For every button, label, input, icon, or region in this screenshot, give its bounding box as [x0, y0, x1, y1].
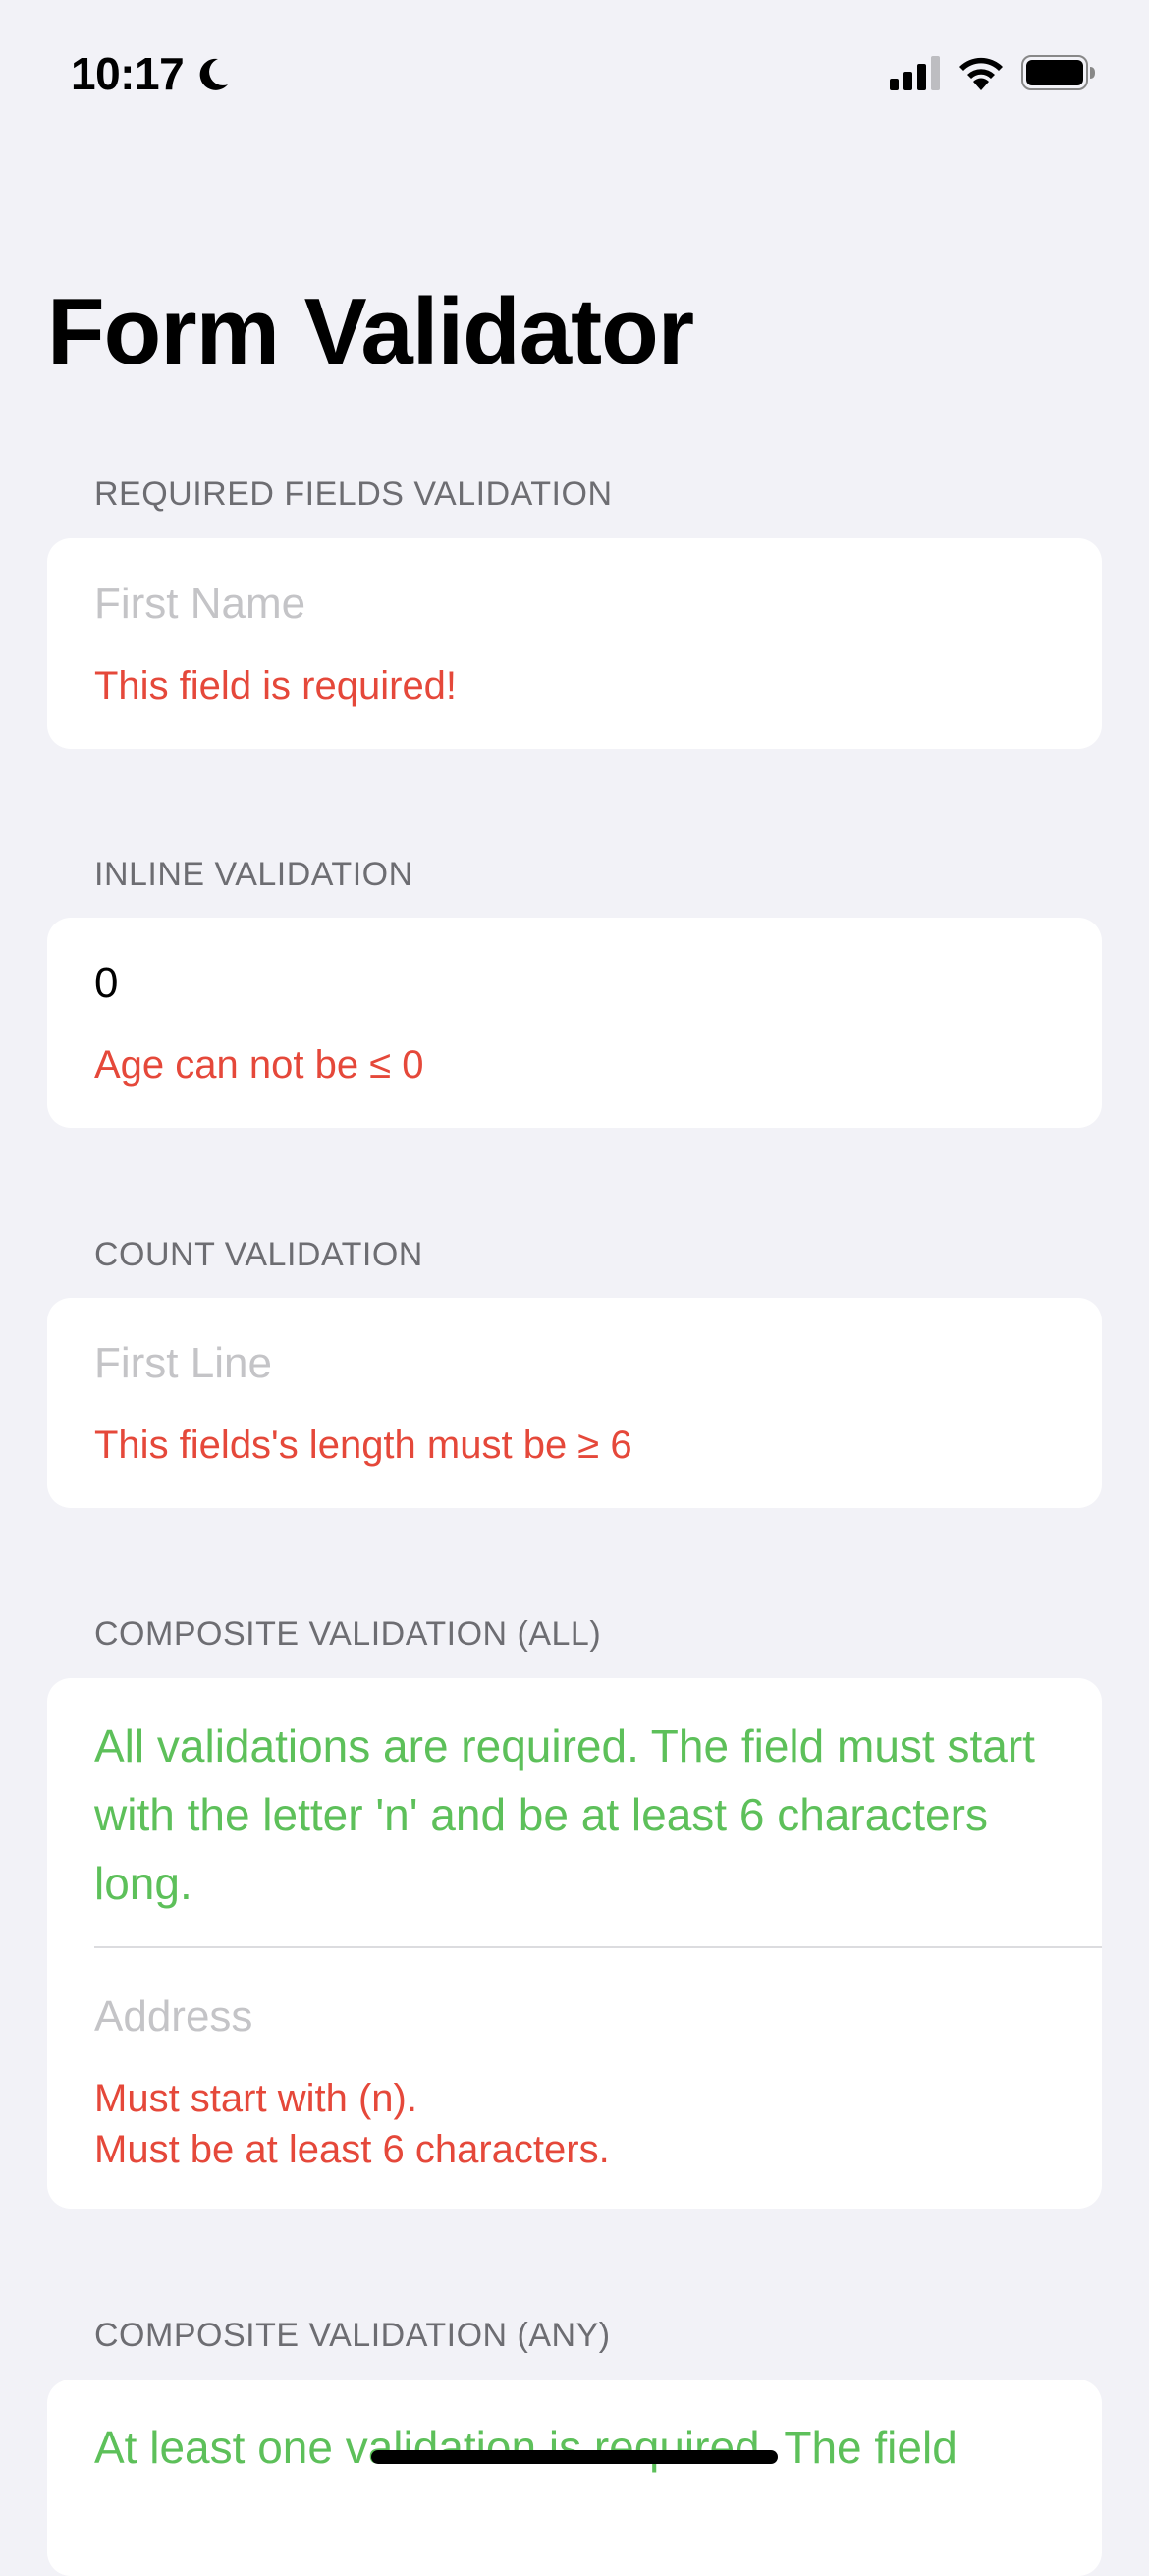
composite-any-info: At least one validation is required. The…	[94, 2422, 958, 2473]
wifi-icon	[957, 53, 1006, 95]
divider	[94, 1946, 1102, 1948]
address-error-start: Must start with (n).	[94, 2077, 417, 2120]
age-error: Age can not be ≤ 0	[94, 1043, 424, 1087]
card-composite-any: At least one validation is required. The…	[47, 2380, 1102, 2576]
section-header-composite-any: COMPOSITE VALIDATION (ANY)	[94, 2317, 611, 2354]
first-line-input[interactable]: First Line	[94, 1339, 272, 1388]
age-input[interactable]: 0	[94, 959, 118, 1008]
address-input[interactable]: Address	[94, 1992, 252, 2042]
card-inline-validation: 0 Age can not be ≤ 0	[47, 918, 1102, 1128]
page-title: Form Validator	[47, 279, 694, 384]
section-header-composite-all: COMPOSITE VALIDATION (ALL)	[94, 1615, 602, 1652]
section-header-required: REQUIRED FIELDS VALIDATION	[94, 476, 613, 513]
home-indicator[interactable]	[371, 2450, 778, 2464]
card-count-validation: First Line This fields's length must be …	[47, 1298, 1102, 1508]
card-composite-all: All validations are required. The field …	[47, 1678, 1102, 2209]
first-name-error: This field is required!	[94, 664, 458, 707]
first-line-error: This fields's length must be ≥ 6	[94, 1424, 632, 1467]
battery-icon	[1021, 55, 1096, 95]
status-time: 10:17	[71, 48, 185, 99]
section-header-count: COUNT VALIDATION	[94, 1236, 423, 1273]
composite-all-info: All validations are required. The field …	[94, 1720, 1035, 1909]
card-required-fields: First Name This field is required!	[47, 538, 1102, 749]
address-error-length: Must be at least 6 characters.	[94, 2128, 610, 2171]
first-name-input[interactable]: First Name	[94, 580, 305, 629]
section-header-inline: INLINE VALIDATION	[94, 856, 413, 893]
cellular-signal-icon	[890, 55, 943, 95]
status-bar: 10:17	[0, 0, 1149, 138]
moon-icon	[192, 55, 232, 99]
